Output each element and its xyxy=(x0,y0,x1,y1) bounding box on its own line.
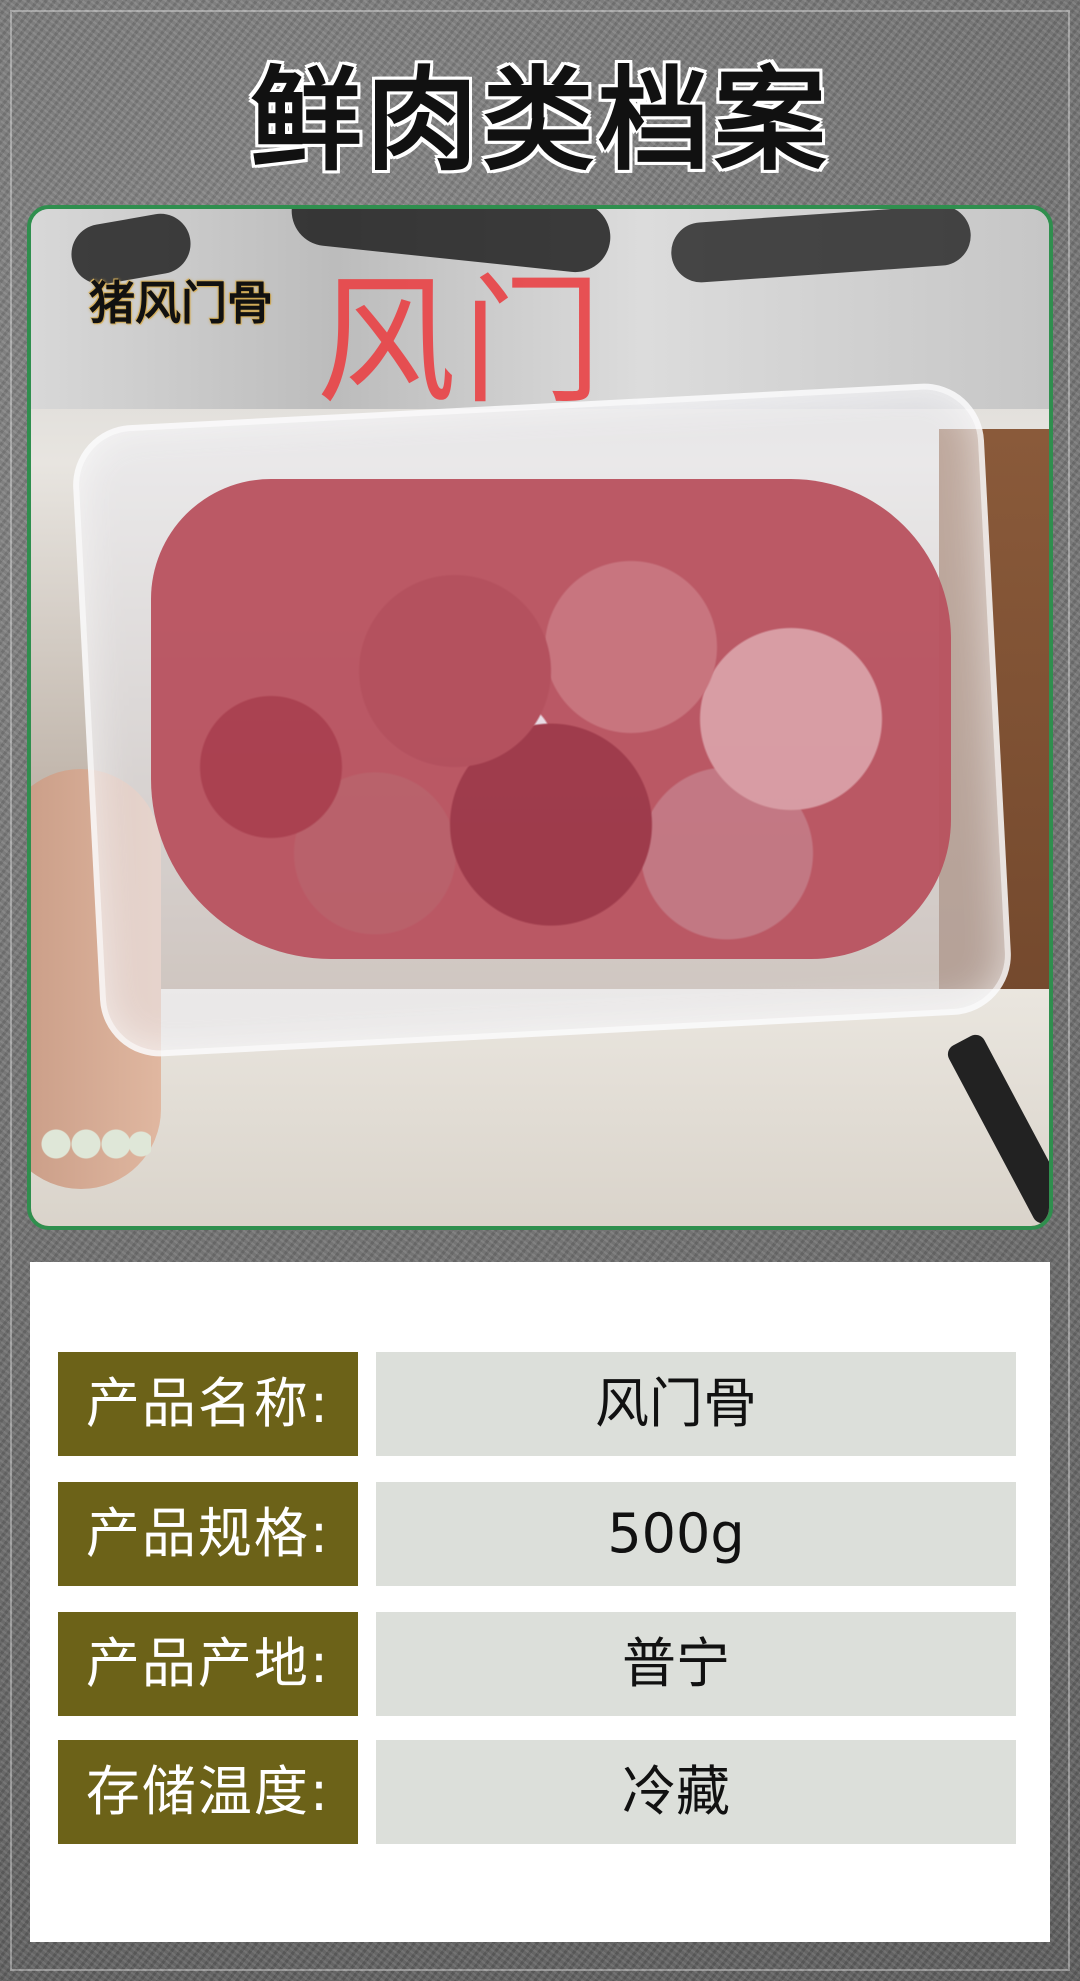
spec-row-size: 产品规格: 500g xyxy=(58,1482,1018,1586)
spec-value: 风门骨 xyxy=(376,1352,1016,1456)
spec-panel: 产品名称: 风门骨 产品规格: 500g 产品产地: 普宁 存储温度: 冷藏 xyxy=(30,1262,1050,1942)
spec-row-name: 产品名称: 风门骨 xyxy=(58,1352,1018,1456)
product-photo: 猪风门骨 风门 xyxy=(27,205,1053,1230)
spec-value: 冷藏 xyxy=(376,1740,1016,1844)
photo-bracelet xyxy=(41,1124,151,1164)
spec-label: 产品产地: xyxy=(58,1612,358,1716)
spec-value: 普宁 xyxy=(376,1612,1016,1716)
page-title: 鲜肉类档案 xyxy=(250,55,830,186)
spec-row-origin: 产品产地: 普宁 xyxy=(58,1612,1018,1716)
photo-pork-pieces xyxy=(151,479,951,959)
spec-label: 存储温度: xyxy=(58,1740,358,1844)
photo-overlay-large-text: 风门 xyxy=(316,261,609,424)
spec-value: 500g xyxy=(376,1482,1016,1586)
photo-overlay-small-text: 猪风门骨 xyxy=(89,276,273,330)
spec-row-storage: 存储温度: 冷藏 xyxy=(58,1740,1018,1844)
spec-label: 产品名称: xyxy=(58,1352,358,1456)
spec-label: 产品规格: xyxy=(58,1482,358,1586)
